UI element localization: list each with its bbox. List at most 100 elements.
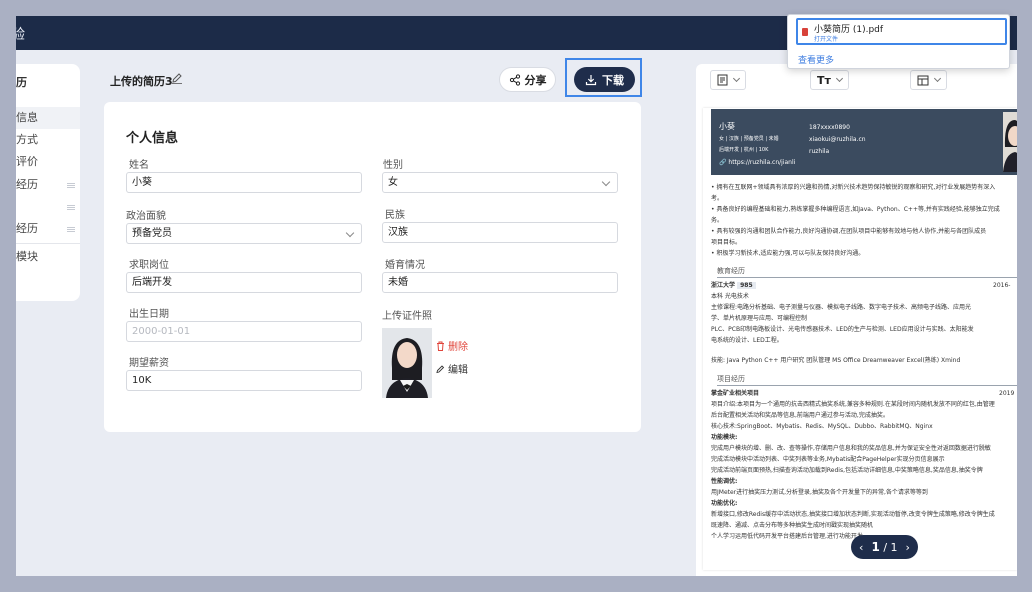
nav-item-label: 方式	[16, 133, 38, 146]
page-separator: /	[883, 541, 888, 554]
name-value: 小葵	[132, 177, 152, 188]
project-line: 完成活动前端页面预热,扫描查询活动加载到Redis,包括活动详细信息,中奖策略信…	[711, 467, 983, 474]
nav-item-label: 经历	[16, 178, 38, 191]
course-line: PLC、PCB印制电路板设计、光电传感器技术、LED的生产与检测、LED应用设计…	[711, 326, 974, 333]
edit-label: 编辑	[448, 365, 468, 376]
gender-select[interactable]: 女	[382, 172, 618, 193]
resume-header: 小葵 女 | 汉族 | 预备党员 | 未婚 后端开发 | 杭州 | 10K 🔗 …	[711, 109, 1017, 175]
chevron-down-icon	[345, 228, 355, 238]
salary-label: 期望薪资	[129, 358, 169, 369]
salary-input[interactable]: 10K	[126, 370, 362, 391]
download-label: 下载	[602, 73, 624, 87]
ethnicity-input[interactable]: 汉族	[382, 222, 618, 243]
summary-line: 考。	[711, 195, 724, 202]
project-line: 性能调优:	[711, 478, 738, 485]
layout-button[interactable]	[910, 70, 947, 90]
share-icon	[509, 73, 520, 86]
total-pages: 1	[890, 541, 898, 554]
layout-icon	[917, 75, 929, 85]
card-title: 个人信息	[126, 131, 179, 146]
nav-item-experience-1[interactable]: 经历	[16, 174, 80, 196]
page-pager: ‹ 1 / 1 ›	[851, 535, 918, 559]
position-value: 后端开发	[132, 277, 172, 288]
politics-select[interactable]: 预备党员	[126, 223, 362, 244]
marital-label: 婚育情况	[385, 260, 425, 271]
nav-item-label: 模块	[16, 250, 38, 263]
chevron-left-icon[interactable]: ‹	[859, 541, 863, 554]
template-icon	[717, 74, 728, 86]
nav-item-contact[interactable]: 方式	[16, 129, 80, 151]
project-line: 既速降、通减、点击分布等多种抽奖生成时间戳实现抽奖随机	[711, 522, 874, 529]
nav-item-evaluation[interactable]: 评价	[16, 151, 80, 173]
resume-portrait	[1003, 120, 1017, 172]
project-line: 完成用户模块的增、删、改、查等操作,存储用户信息和我的奖品信息,并为保证安全性对…	[711, 445, 991, 452]
project-line: 核心技术:SpringBoot、Mybatis、Redis、MySQL、Dubb…	[711, 423, 933, 430]
edit-photo-button[interactable]: 编辑	[436, 361, 468, 376]
edit-icon	[436, 364, 445, 373]
photo-label: 上传证件照	[382, 311, 432, 322]
template-select-button[interactable]	[710, 70, 746, 90]
school-tag: 985	[737, 282, 756, 289]
position-label: 求职岗位	[129, 260, 169, 271]
resume-link-text: https://ruzhila.cn/jianli	[728, 159, 796, 166]
skills-line: 技能: Java Python C++ 用户研究 团队管理 MS Office …	[711, 357, 961, 364]
share-button[interactable]: 分享	[499, 67, 556, 92]
open-file-link[interactable]: 打开文件	[814, 34, 838, 43]
delete-photo-button[interactable]: 删除	[436, 338, 468, 353]
resume-link: 🔗 https://ruzhila.cn/jianli	[719, 159, 796, 166]
resume-meta: 女 | 汉族 | 预备党员 | 未婚	[719, 136, 779, 142]
resume-email: xiaokui@ruzhila.cn	[809, 136, 866, 143]
salary-value: 10K	[132, 375, 152, 386]
nav-divider	[16, 243, 80, 244]
name-input[interactable]: 小葵	[126, 172, 362, 193]
trash-icon	[437, 341, 444, 351]
drag-handle-icon[interactable]	[67, 227, 75, 232]
id-photo-image	[382, 328, 432, 398]
marital-value: 未婚	[388, 277, 408, 288]
edit-title-icon[interactable]	[171, 72, 183, 84]
summary-line: • 具备良好的编程基础和能力,熟练掌握多种编程语言,如Java、Python、C…	[711, 206, 1000, 213]
nav-item-hidden[interactable]	[16, 196, 80, 218]
school-name: 浙江大学 985	[711, 281, 756, 290]
nav-item-label: 信息	[16, 111, 38, 124]
ethnicity-label: 民族	[385, 210, 405, 221]
gender-label: 性别	[383, 160, 403, 171]
marital-input[interactable]: 未婚	[382, 272, 618, 293]
course-line: 学、单片机原理与应用、可编程控制	[711, 315, 808, 322]
nav-item-experience-2[interactable]: 经历	[16, 218, 80, 240]
resume-meta-2: 后端开发 | 杭州 | 10K	[719, 147, 769, 153]
project-date: 2019	[999, 390, 1015, 397]
download-icon	[585, 74, 597, 85]
nav-item-basic-info[interactable]: 信息	[16, 107, 80, 129]
downloaded-file-item[interactable]: 小葵简历 (1).pdf 打开文件	[796, 18, 1007, 45]
nav-item-label: 经历	[16, 222, 38, 235]
nav-item-modules[interactable]: 模块	[16, 246, 80, 268]
see-more-link[interactable]: 查看更多	[798, 53, 834, 66]
resume-wechat: ruzhila	[809, 148, 830, 155]
course-line: 电系统的设计、LED工程。	[711, 337, 783, 344]
project-line: 后台配置相关活动和奖品等信息,前端用户通过参与活动,完成抽奖。	[711, 412, 889, 419]
resume-photo-image	[1003, 112, 1017, 172]
summary-line: • 积极学习新技术,适应能力强,可以与队友保持良好沟通。	[711, 250, 865, 257]
portrait-image	[382, 328, 432, 398]
project-line: 项目介绍:本项目为一个通用的抗击西精式抽奖系统,兼容多种规则.在某段时间内随机发…	[711, 401, 995, 408]
download-button[interactable]: 下载	[574, 67, 635, 92]
education-heading: 教育经历	[717, 267, 745, 275]
chevron-right-icon[interactable]: ›	[906, 541, 910, 554]
font-size-button[interactable]: Tт	[810, 70, 849, 90]
education-date: 2016-	[993, 282, 1011, 289]
nav-item-label: 评价	[16, 155, 38, 168]
summary-line: • 拥有在互联网+领域具有浓厚的兴趣和热情,对新兴技术趋势保持敏锐的观察和研究,…	[711, 184, 996, 191]
drag-handle-icon[interactable]	[67, 183, 75, 188]
birth-date-input[interactable]: 2000-01-01	[126, 321, 362, 342]
pdf-file-icon	[802, 28, 808, 36]
resume-page: 小葵 女 | 汉族 | 预备党员 | 未婚 后端开发 | 杭州 | 10K 🔗 …	[703, 108, 1017, 570]
section-nav: 历 信息 方式 评价 经历 经历 模块	[16, 64, 80, 301]
project-heading: 项目经历	[717, 375, 745, 383]
resume-preview-panel: Tт 小葵 女 | 汉族 | 预备党员 | 未婚 后端开发 | 杭州 | 10K…	[696, 64, 1017, 576]
project-line: 功能优化:	[711, 500, 738, 507]
position-input[interactable]: 后端开发	[126, 272, 362, 293]
drag-handle-icon[interactable]	[67, 205, 75, 210]
app-window: 验 历 信息 方式 评价 经历 经历 模块 上传的简历3 分享 下载 个人信息 …	[16, 16, 1017, 576]
project-name: 掌金矿业相关项目	[711, 390, 760, 397]
